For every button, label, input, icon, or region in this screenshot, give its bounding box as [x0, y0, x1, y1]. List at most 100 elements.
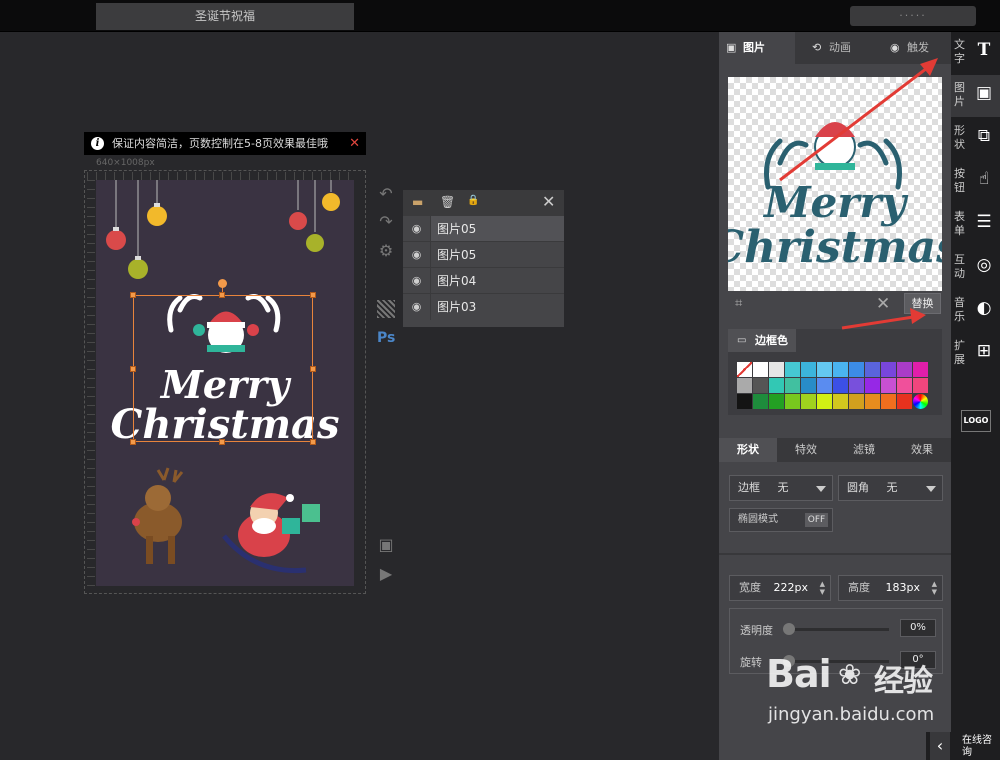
- color-swatch[interactable]: [849, 378, 864, 393]
- color-swatch[interactable]: [865, 362, 880, 377]
- folder-icon[interactable]: ▬: [412, 195, 423, 209]
- color-swatch[interactable]: [881, 362, 896, 377]
- color-swatch[interactable]: [913, 378, 928, 393]
- color-swatch[interactable]: [817, 378, 832, 393]
- resize-handle-s[interactable]: [219, 439, 225, 445]
- color-swatch[interactable]: [881, 378, 896, 393]
- visibility-eye-icon[interactable]: ◉: [403, 216, 430, 242]
- resize-handle-sw[interactable]: [130, 439, 136, 445]
- color-swatch[interactable]: [913, 362, 928, 377]
- preview-play-icon[interactable]: ▶: [377, 565, 395, 583]
- border-dropdown[interactable]: 边框 无: [729, 475, 833, 501]
- resize-handle-se[interactable]: [310, 439, 316, 445]
- close-icon[interactable]: ✕: [542, 192, 555, 211]
- color-swatch[interactable]: [897, 362, 912, 377]
- color-swatch[interactable]: [753, 378, 768, 393]
- color-swatch[interactable]: [817, 362, 832, 377]
- opacity-value[interactable]: 0%: [900, 619, 936, 637]
- ellipse-mode-toggle[interactable]: 椭圆模式 OFF: [729, 508, 833, 532]
- logo-button[interactable]: LOGO: [961, 410, 991, 432]
- rotate-handle[interactable]: [218, 279, 227, 288]
- color-swatch[interactable]: [785, 362, 800, 377]
- online-chat-button[interactable]: ‹ 在线咨询: [926, 732, 1000, 760]
- color-swatch[interactable]: [801, 378, 816, 393]
- lock-icon[interactable]: 🔒: [467, 195, 479, 206]
- user-account[interactable]: ·····: [850, 6, 976, 26]
- layer-row[interactable]: ◉ 图片05: [403, 241, 564, 268]
- layer-name[interactable]: 图片05: [430, 216, 564, 242]
- crop-icon[interactable]: ⌗: [735, 296, 742, 311]
- save-icon[interactable]: ▣: [377, 536, 395, 554]
- document-title[interactable]: 圣诞节祝福: [96, 3, 354, 30]
- sidebar-item-text[interactable]: 文字 T: [951, 32, 1000, 74]
- resize-handle-w[interactable]: [130, 366, 136, 372]
- resize-handle-nw[interactable]: [130, 292, 136, 298]
- color-swatch[interactable]: [849, 394, 864, 409]
- color-swatch[interactable]: [865, 394, 880, 409]
- color-swatch[interactable]: [769, 378, 784, 393]
- color-swatch[interactable]: [833, 378, 848, 393]
- redo-icon[interactable]: ↷: [377, 213, 395, 231]
- sidebar-item-image[interactable]: 图片 ▣: [951, 75, 1000, 117]
- color-swatch[interactable]: [865, 378, 880, 393]
- color-swatch[interactable]: [897, 394, 912, 409]
- visibility-eye-icon[interactable]: ◉: [403, 242, 430, 268]
- subtab-shape[interactable]: 形状: [719, 438, 777, 462]
- color-swatch[interactable]: [753, 394, 768, 409]
- height-input[interactable]: 高度 183px ▲ ▼: [838, 575, 943, 601]
- opacity-knob[interactable]: [783, 623, 795, 635]
- resize-handle-e[interactable]: [310, 366, 316, 372]
- color-swatch[interactable]: [769, 362, 784, 377]
- radius-dropdown[interactable]: 圆角 无: [838, 475, 943, 501]
- sidebar-item-shape[interactable]: 形状 ⧉: [951, 118, 1000, 160]
- layer-row[interactable]: ◉ 图片03: [403, 293, 564, 320]
- sidebar-item-interactive[interactable]: 互动 ◎: [951, 247, 1000, 289]
- width-input[interactable]: 宽度 222px ▲ ▼: [729, 575, 831, 601]
- color-swatch[interactable]: [833, 362, 848, 377]
- color-swatch[interactable]: [881, 394, 896, 409]
- height-value[interactable]: 183px: [886, 576, 921, 600]
- color-swatch[interactable]: [785, 394, 800, 409]
- subtab-effect[interactable]: 效果: [893, 438, 951, 462]
- layer-name[interactable]: 图片04: [430, 268, 564, 294]
- color-swatch[interactable]: [849, 362, 864, 377]
- chevron-left-icon[interactable]: ‹: [930, 732, 950, 760]
- color-swatch[interactable]: [785, 378, 800, 393]
- stepper-icon[interactable]: ▲ ▼: [820, 580, 825, 596]
- color-swatch[interactable]: [737, 394, 752, 409]
- toggle-state[interactable]: OFF: [805, 513, 828, 527]
- layer-name[interactable]: 图片03: [430, 294, 564, 320]
- close-icon[interactable]: ✕: [349, 132, 360, 155]
- sidebar-item-extend[interactable]: 扩展 ⊞: [951, 333, 1000, 375]
- color-swatch[interactable]: [737, 378, 752, 393]
- color-swatch[interactable]: [737, 362, 752, 377]
- color-swatch[interactable]: [897, 378, 912, 393]
- layer-row[interactable]: ◉ 图片04: [403, 267, 564, 294]
- sidebar-item-form[interactable]: 表单 ☰: [951, 204, 1000, 246]
- subtab-effects[interactable]: 特效: [777, 438, 835, 462]
- width-value[interactable]: 222px: [774, 576, 809, 600]
- color-swatch[interactable]: [753, 362, 768, 377]
- stepper-icon[interactable]: ▲ ▼: [932, 580, 937, 596]
- layer-row[interactable]: ◉ 图片05: [403, 215, 564, 242]
- visibility-eye-icon[interactable]: ◉: [403, 294, 430, 320]
- subtab-filter[interactable]: 滤镜: [835, 438, 893, 462]
- color-swatch[interactable]: [769, 394, 784, 409]
- color-swatch[interactable]: [801, 394, 816, 409]
- undo-icon[interactable]: ↶: [377, 185, 395, 203]
- layer-name[interactable]: 图片05: [430, 242, 564, 268]
- background-pattern-icon[interactable]: [377, 300, 395, 318]
- color-swatch[interactable]: [801, 362, 816, 377]
- color-swatch[interactable]: [817, 394, 832, 409]
- photoshop-import-icon[interactable]: Ps: [377, 329, 395, 347]
- color-swatch[interactable]: [913, 394, 928, 409]
- trash-icon[interactable]: 🗑: [440, 195, 455, 209]
- sidebar-item-button[interactable]: 按钮 ☝: [951, 161, 1000, 203]
- resize-handle-n[interactable]: [219, 292, 225, 298]
- selection-box[interactable]: [133, 295, 313, 442]
- sidebar-item-music[interactable]: 音乐 ◐: [951, 290, 1000, 332]
- color-swatch[interactable]: [833, 394, 848, 409]
- settings-icon[interactable]: ⚙: [377, 242, 395, 260]
- visibility-eye-icon[interactable]: ◉: [403, 268, 430, 294]
- resize-handle-ne[interactable]: [310, 292, 316, 298]
